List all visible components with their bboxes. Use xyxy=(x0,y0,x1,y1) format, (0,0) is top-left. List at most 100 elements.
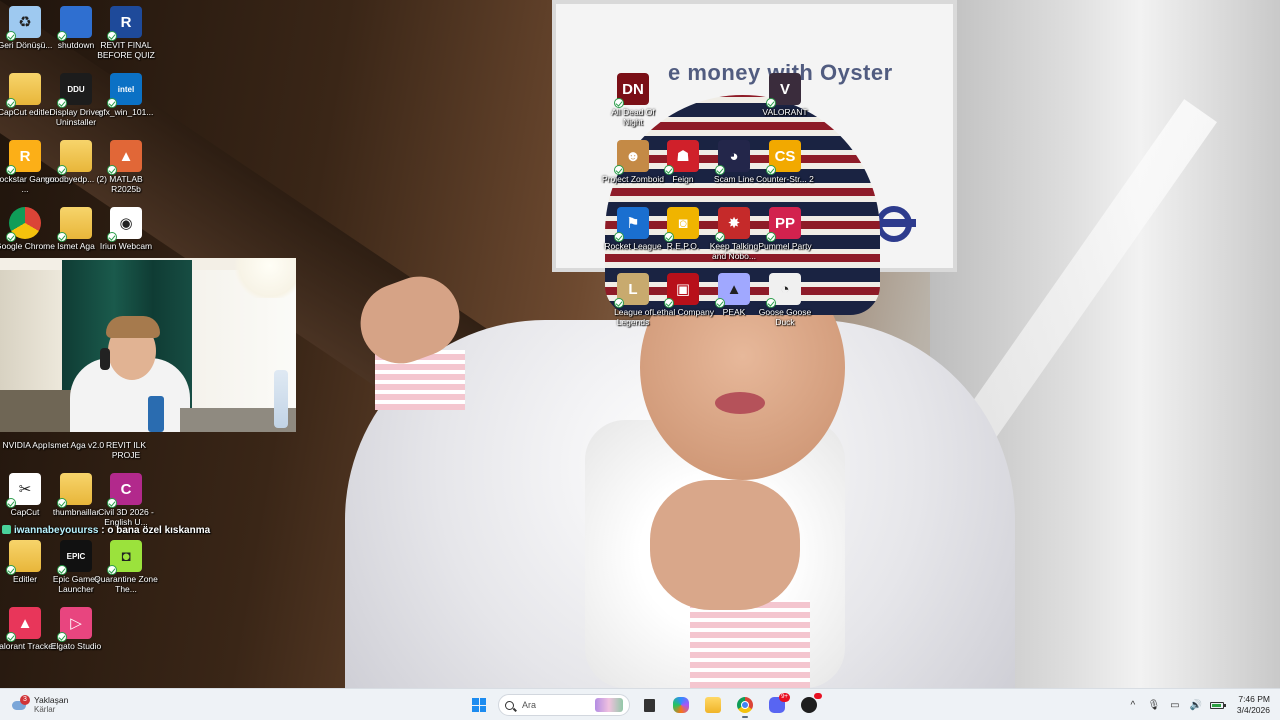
desktop-icon-matlab[interactable]: ▲ MATLAB R2025b xyxy=(94,138,158,194)
recycle-bin-icon: ♻ xyxy=(6,6,41,41)
desktop-icon-elgato-studio[interactable]: ▷ Elgato Studio xyxy=(44,605,108,651)
webcam-overlay xyxy=(0,258,296,432)
webcam-shelf xyxy=(0,390,80,432)
civil3d-icon: C xyxy=(107,473,142,508)
steam-like-taskbar-button[interactable] xyxy=(796,692,822,718)
sync-check-icon xyxy=(107,498,117,508)
intel-icon: intel xyxy=(107,73,142,108)
task-view-icon xyxy=(643,698,655,712)
wallpaper-mouth xyxy=(715,392,765,414)
desktop-icon-civil-3d[interactable]: C Civil 3D 2026 - English U... xyxy=(94,471,158,527)
desktop-icon-counter-strike[interactable]: CS Counter-Str... 2 xyxy=(753,138,817,184)
sync-check-icon xyxy=(107,31,117,41)
sync-check-icon xyxy=(57,98,67,108)
discord-taskbar-button[interactable]: 9+ xyxy=(764,692,790,718)
sync-check-icon xyxy=(107,165,117,175)
sync-check-icon xyxy=(57,565,67,575)
repo-icon: ◙ xyxy=(664,207,699,242)
sync-check-icon xyxy=(6,232,16,242)
chrome-icon xyxy=(737,697,753,713)
sync-check-icon xyxy=(107,98,117,108)
folder-icon xyxy=(57,140,92,175)
feign-icon: ☗ xyxy=(664,140,699,175)
desktop-icon-goose-goose-duck[interactable]: ◔ Goose Goose Duck xyxy=(753,271,817,327)
goose-goose-duck-icon: ◔ xyxy=(766,273,801,308)
desktop-icon-revit-final[interactable]: R REVIT FINAL BEFORE QUIZ xyxy=(94,4,158,60)
webcam-person-hair xyxy=(106,316,160,338)
sync-check-icon xyxy=(766,98,776,108)
sync-check-icon xyxy=(6,565,16,575)
chat-message: iwannabeyouurss : o bana özel kıskanma xyxy=(2,525,210,536)
clock-date: 3/4/2026 xyxy=(1236,705,1270,715)
lethal-company-icon: ▣ xyxy=(664,273,699,308)
sync-check-icon xyxy=(57,165,67,175)
sync-check-icon xyxy=(57,31,67,41)
sync-check-icon xyxy=(715,165,725,175)
quarantine-zone-icon: ◘ xyxy=(107,540,142,575)
headset-icon xyxy=(100,348,110,370)
project-zomboid-icon: ☻ xyxy=(614,140,649,175)
chrome-taskbar-button[interactable] xyxy=(732,692,758,718)
desktop-icon-valorant[interactable]: V VALORANT xyxy=(753,71,817,117)
peak-icon: ▲ xyxy=(715,273,750,308)
sync-check-icon xyxy=(766,165,776,175)
app-icon xyxy=(801,697,817,713)
sync-check-icon xyxy=(614,298,624,308)
sync-check-icon xyxy=(614,165,624,175)
ddu-icon: DDU xyxy=(57,73,92,108)
sync-check-icon xyxy=(6,165,16,175)
desktop-icon-gfx-win[interactable]: intel gfx_win_101... xyxy=(94,71,158,117)
copilot-button[interactable] xyxy=(668,692,694,718)
volume-icon[interactable]: 🔊 xyxy=(1189,700,1203,711)
sync-check-icon xyxy=(766,232,776,242)
sync-check-icon xyxy=(614,98,624,108)
capcut-icon: ✂ xyxy=(6,473,41,508)
folder-icon xyxy=(6,73,41,108)
wallpaper-sleeve xyxy=(690,600,810,688)
sync-check-icon xyxy=(766,298,776,308)
weather-icon: 3 xyxy=(10,695,30,714)
chat-username: iwannabeyouurss xyxy=(14,525,99,536)
keep-talking-icon: ✸ xyxy=(715,207,750,242)
microphone-icon[interactable]: 🎙 xyxy=(1147,700,1161,711)
dead-of-night-icon: DN xyxy=(614,73,649,108)
valorant-icon: V xyxy=(766,73,801,108)
sync-check-icon xyxy=(715,232,725,242)
revit-file-icon: R xyxy=(107,6,142,41)
file-explorer-button[interactable] xyxy=(700,692,726,718)
windows-logo-icon xyxy=(472,698,486,712)
elgato-studio-icon: ▷ xyxy=(57,607,92,642)
chevron-up-icon[interactable]: ^ xyxy=(1126,700,1140,711)
chat-badge-icon xyxy=(2,525,11,534)
search-highlight-icon xyxy=(595,698,623,712)
weather-subtitle: Kärlar xyxy=(34,705,56,714)
discord-badge: 9+ xyxy=(779,693,790,702)
underground-roundel-icon xyxy=(872,206,916,242)
chat-text: o bana özel kıskanma xyxy=(107,525,211,536)
sync-check-icon xyxy=(6,498,16,508)
task-view-button[interactable] xyxy=(636,692,662,718)
taskbar-apps: Ara 9+ xyxy=(466,692,822,718)
app-badge xyxy=(814,693,822,699)
weather-title: Yaklaşan xyxy=(34,695,69,705)
start-button[interactable] xyxy=(466,692,492,718)
clock[interactable]: 7:46 PM 3/4/2026 xyxy=(1237,694,1270,716)
network-icon[interactable]: ▭ xyxy=(1168,700,1182,711)
active-indicator xyxy=(742,716,748,718)
sync-check-icon xyxy=(664,298,674,308)
desktop-icon-pummel-party[interactable]: PP Pummel Party xyxy=(753,205,817,251)
copilot-icon xyxy=(673,697,689,713)
epic-games-icon: EPIC xyxy=(57,540,92,575)
sync-check-icon xyxy=(664,232,674,242)
desktop-icon-dead-of-night[interactable]: DN All Dead Of Night xyxy=(601,71,665,127)
desktop-icon-iriun-webcam[interactable]: ◉ Iriun Webcam xyxy=(94,205,158,251)
webcam-bottle xyxy=(274,370,288,428)
battery-icon[interactable] xyxy=(1209,701,1226,709)
folder-icon xyxy=(57,207,92,242)
desktop-icon-quarantine-zone[interactable]: ◘ Quarantine Zone The... xyxy=(94,538,158,594)
taskbar-search[interactable]: Ara xyxy=(498,694,630,716)
weather-widget[interactable]: 3 Yaklaşan Kärlar xyxy=(10,692,68,718)
chrome-icon xyxy=(6,207,41,242)
taskbar: 3 Yaklaşan Kärlar Ara 9+ ^ 🎙 ▭ 🔊 7:46 PM… xyxy=(0,688,1280,720)
sync-check-icon xyxy=(6,98,16,108)
